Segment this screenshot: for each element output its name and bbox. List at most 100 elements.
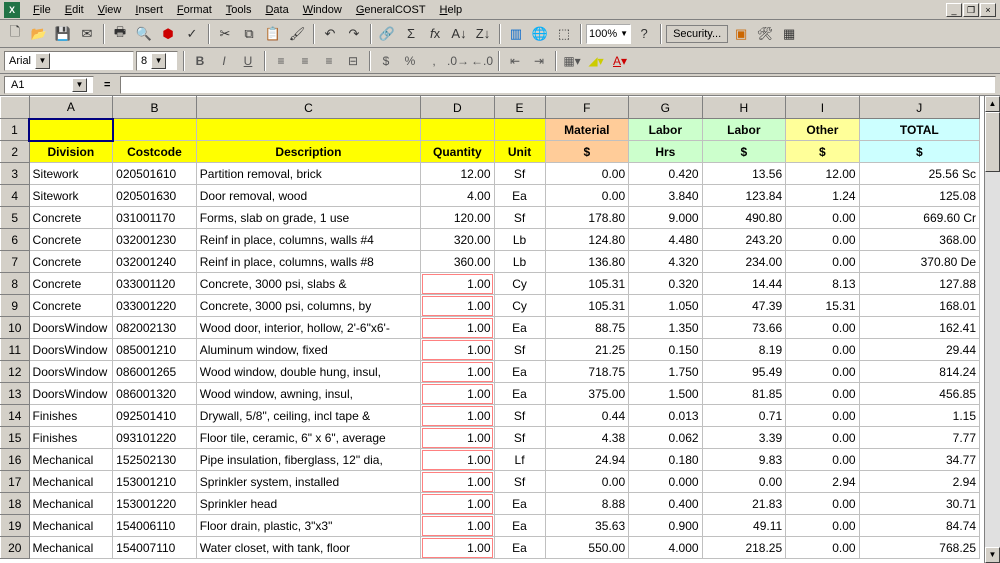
cell[interactable]: Reinf in place, columns, walls #8 [196, 251, 420, 273]
cell[interactable]: 0.00 [545, 163, 629, 185]
cell[interactable]: Ea [494, 515, 545, 537]
header1-cell[interactable] [113, 119, 197, 141]
cell[interactable]: 105.31 [545, 273, 629, 295]
cell[interactable]: 127.88 [859, 273, 979, 295]
vb-button[interactable]: ▣ [730, 23, 752, 45]
percent-button[interactable]: % [399, 50, 421, 72]
cell[interactable]: Sf [494, 207, 545, 229]
print-preview-button[interactable]: 🔍 [133, 23, 155, 45]
align-right-button[interactable]: ≡ [318, 50, 340, 72]
cell[interactable]: 0.00 [545, 471, 629, 493]
cell[interactable]: 218.25 [702, 537, 786, 559]
cell[interactable]: Ea [494, 317, 545, 339]
cell[interactable]: 0.400 [629, 493, 702, 515]
column-header-F[interactable]: F [545, 97, 629, 119]
cell[interactable]: 669.60 Cr [859, 207, 979, 229]
cell[interactable]: 0.00 [786, 537, 859, 559]
cell[interactable]: Ea [494, 537, 545, 559]
cell[interactable]: 368.00 [859, 229, 979, 251]
cell[interactable]: 031001170 [113, 207, 197, 229]
restore-button[interactable]: ❐ [963, 3, 979, 17]
menu-edit[interactable]: Edit [58, 2, 91, 18]
security-button[interactable]: Security... [666, 25, 728, 43]
cell[interactable]: 768.25 [859, 537, 979, 559]
cell[interactable]: 0.00 [786, 515, 859, 537]
cell[interactable]: 7.77 [859, 427, 979, 449]
header2-cell[interactable]: Quantity [421, 141, 494, 163]
cell[interactable]: 4.320 [629, 251, 702, 273]
cell[interactable]: Mechanical [29, 537, 113, 559]
cell[interactable]: Sf [494, 405, 545, 427]
cell[interactable]: 125.08 [859, 185, 979, 207]
cell[interactable]: 2.94 [859, 471, 979, 493]
cell[interactable]: 8.13 [786, 273, 859, 295]
cell[interactable]: 1.00 [421, 405, 494, 427]
cell[interactable]: 0.900 [629, 515, 702, 537]
cell[interactable]: Mechanical [29, 471, 113, 493]
cell[interactable]: DoorsWindow [29, 317, 113, 339]
cell[interactable]: 0.00 [786, 317, 859, 339]
row-header-19[interactable]: 19 [1, 515, 30, 537]
cell[interactable]: 0.44 [545, 405, 629, 427]
cell[interactable]: 0.00 [786, 361, 859, 383]
cell[interactable]: 47.39 [702, 295, 786, 317]
cell[interactable]: 123.84 [702, 185, 786, 207]
row-header-6[interactable]: 6 [1, 229, 30, 251]
cell[interactable]: Sf [494, 339, 545, 361]
name-box[interactable]: A1 ▼ [4, 76, 94, 94]
cell[interactable]: 1.00 [421, 427, 494, 449]
row-header-4[interactable]: 4 [1, 185, 30, 207]
cell[interactable]: 154006110 [113, 515, 197, 537]
cell[interactable]: Door removal, wood [196, 185, 420, 207]
cell[interactable]: Concrete [29, 273, 113, 295]
cell[interactable]: 456.85 [859, 383, 979, 405]
row-header-5[interactable]: 5 [1, 207, 30, 229]
fill-color-button[interactable]: ◢▾ [585, 50, 607, 72]
row-header-13[interactable]: 13 [1, 383, 30, 405]
cell[interactable]: 550.00 [545, 537, 629, 559]
header2-cell[interactable]: Division [29, 141, 113, 163]
cell[interactable]: 1.24 [786, 185, 859, 207]
cell[interactable]: Cy [494, 295, 545, 317]
merge-center-button[interactable]: ⊟ [342, 50, 364, 72]
italic-button[interactable]: I [213, 50, 235, 72]
cell[interactable]: Wood window, double hung, insul, [196, 361, 420, 383]
cell[interactable]: Wood door, interior, hollow, 2'-6"x6'- [196, 317, 420, 339]
scroll-up-button[interactable]: ▲ [985, 96, 1000, 112]
cell[interactable]: 1.500 [629, 383, 702, 405]
menu-view[interactable]: View [91, 2, 129, 18]
cell[interactable]: 21.83 [702, 493, 786, 515]
cell[interactable]: 234.00 [702, 251, 786, 273]
cell[interactable]: 152502130 [113, 449, 197, 471]
cell[interactable]: 1.15 [859, 405, 979, 427]
cell[interactable]: 34.77 [859, 449, 979, 471]
cell[interactable]: Cy [494, 273, 545, 295]
drawing-button[interactable]: ⬚ [553, 23, 575, 45]
header2-cell[interactable]: Costcode [113, 141, 197, 163]
new-button[interactable]: 🗋 [4, 23, 26, 45]
row-header-2[interactable]: 2 [1, 141, 30, 163]
cell[interactable]: Finishes [29, 405, 113, 427]
tools-button[interactable]: 🛠 [754, 23, 776, 45]
cell[interactable]: Sf [494, 427, 545, 449]
column-header-C[interactable]: C [196, 97, 420, 119]
column-header-D[interactable]: D [421, 97, 494, 119]
grid-table[interactable]: ABCDEFGHIJ 1MaterialLaborLaborOtherTOTAL… [0, 96, 980, 559]
cell[interactable]: Pipe insulation, fiberglass, 12" dia, [196, 449, 420, 471]
format-painter-button[interactable]: 🖌 [286, 23, 308, 45]
function-button[interactable]: fx [424, 23, 446, 45]
cell[interactable]: 814.24 [859, 361, 979, 383]
mail-button[interactable]: ✉ [76, 23, 98, 45]
cell[interactable]: Drywall, 5/8", ceiling, incl tape & [196, 405, 420, 427]
cell[interactable]: 0.00 [786, 427, 859, 449]
formula-bar[interactable] [120, 76, 996, 94]
cell[interactable]: 1.350 [629, 317, 702, 339]
cell[interactable]: Floor tile, ceramic, 6" x 6", average [196, 427, 420, 449]
cell[interactable]: 1.00 [421, 273, 494, 295]
cell[interactable]: 375.00 [545, 383, 629, 405]
column-header-J[interactable]: J [859, 97, 979, 119]
header2-cell[interactable]: Hrs [629, 141, 702, 163]
column-header-A[interactable]: A [29, 97, 113, 119]
cell[interactable]: 718.75 [545, 361, 629, 383]
copy-button[interactable]: ⧉ [238, 23, 260, 45]
